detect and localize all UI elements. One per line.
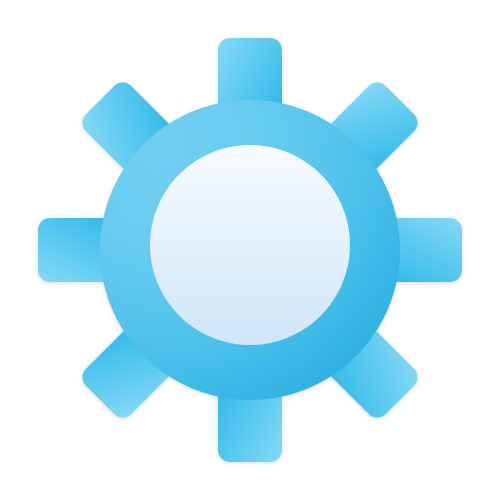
canvas — [0, 0, 500, 500]
gear-icon — [0, 0, 500, 500]
gear-graphic — [38, 38, 462, 462]
gear-center-hub — [150, 145, 350, 345]
